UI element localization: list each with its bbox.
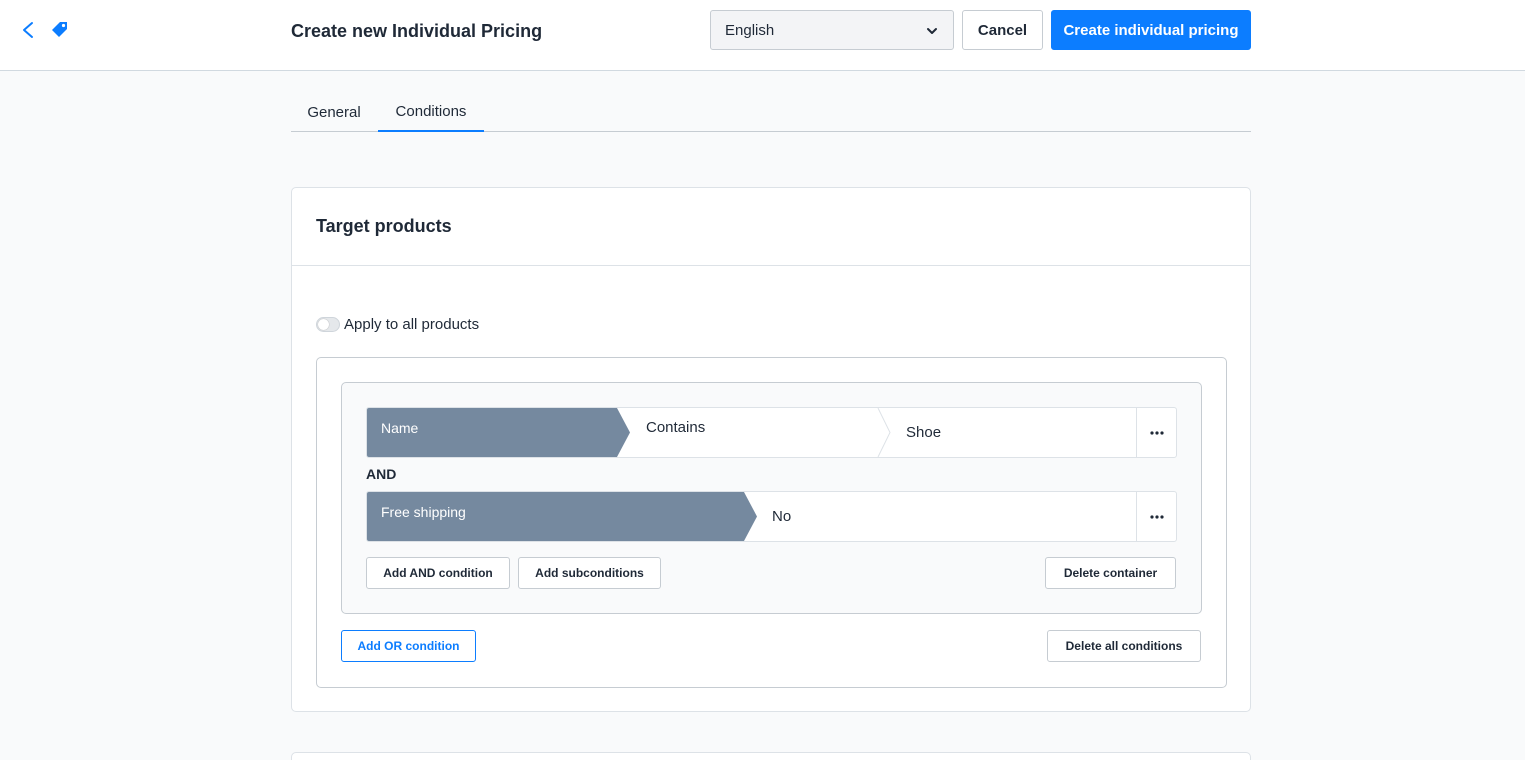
- cancel-button[interactable]: Cancel: [962, 10, 1043, 50]
- condition-row: Name Contains Shoe: [366, 407, 1177, 458]
- apply-all-products-toggle[interactable]: [316, 317, 340, 332]
- next-card: [291, 752, 1251, 760]
- language-select[interactable]: English: [710, 10, 954, 50]
- condition-field[interactable]: Name: [367, 408, 630, 457]
- add-or-condition-button[interactable]: Add OR condition: [341, 630, 476, 662]
- condition-more-button[interactable]: [1136, 408, 1176, 457]
- ellipsis-icon: [1149, 514, 1164, 519]
- separator-arrow: [877, 408, 891, 457]
- condition-value[interactable]: No: [772, 492, 1122, 541]
- language-select-value: English: [725, 21, 775, 39]
- tab-conditions[interactable]: Conditions: [378, 92, 484, 132]
- or-condition-container: Name Contains Shoe AND Free shipping No …: [316, 357, 1227, 688]
- card-divider: [292, 265, 1250, 266]
- ellipsis-icon: [1149, 430, 1164, 435]
- delete-all-conditions-button[interactable]: Delete all conditions: [1047, 630, 1201, 662]
- condition-field[interactable]: Free shipping: [367, 492, 757, 541]
- condition-value[interactable]: Shoe: [906, 408, 1126, 457]
- top-bar: Create new Individual Pricing English Ca…: [0, 0, 1525, 71]
- target-products-card: Target products Apply to all products Na…: [291, 187, 1251, 712]
- condition-more-button[interactable]: [1136, 492, 1176, 541]
- tab-bar: General Conditions: [291, 92, 1251, 132]
- page-title: Create new Individual Pricing: [291, 21, 543, 41]
- and-condition-container: Name Contains Shoe AND Free shipping No …: [341, 382, 1202, 614]
- tab-general[interactable]: General: [291, 92, 377, 132]
- add-and-condition-button[interactable]: Add AND condition: [366, 557, 510, 589]
- create-individual-pricing-button[interactable]: Create individual pricing: [1051, 10, 1251, 50]
- apply-all-products-label: Apply to all products: [344, 316, 480, 333]
- add-subconditions-button[interactable]: Add subconditions: [518, 557, 661, 589]
- chevron-down-icon: [927, 28, 937, 34]
- price-tag-icon: [52, 22, 67, 37]
- delete-container-button[interactable]: Delete container: [1045, 557, 1176, 589]
- card-title: Target products: [316, 216, 452, 236]
- condition-row: Free shipping No: [366, 491, 1177, 542]
- condition-operator[interactable]: Contains: [630, 408, 890, 457]
- and-label: AND: [366, 466, 397, 482]
- chevron-left-icon[interactable]: [19, 20, 37, 40]
